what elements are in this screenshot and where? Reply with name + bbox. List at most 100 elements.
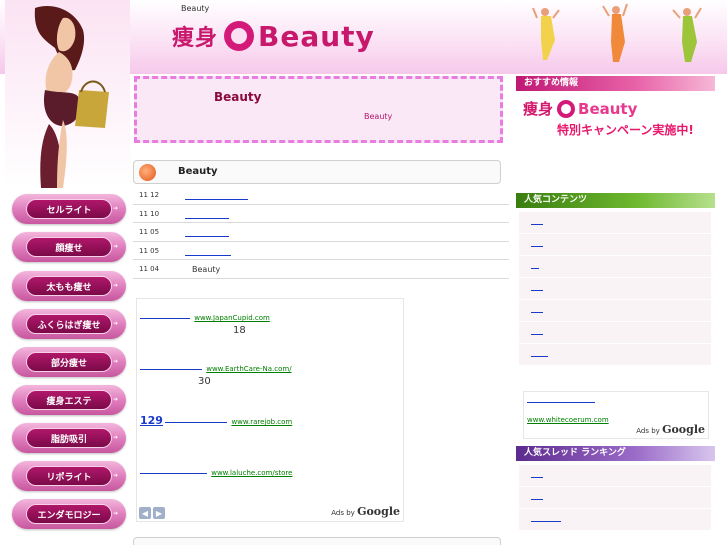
hero-model-illustration <box>5 0 130 188</box>
ads-by-google[interactable]: Ads by Google <box>331 505 400 518</box>
nav-label: 痩身エステ <box>46 396 92 407</box>
ads-by-brand: Google <box>357 505 400 518</box>
arrow-right-icon: ➔ <box>112 396 118 403</box>
ad-item[interactable]: 129 www.rarejob.com <box>140 414 292 427</box>
nav-item-calf[interactable]: ふくらはぎ痩せ ➔ <box>12 309 126 339</box>
promo-logo-text: Beauty <box>578 99 638 118</box>
news-link[interactable] <box>185 236 229 237</box>
nav-label: セルライト <box>46 205 92 216</box>
ad-title-link[interactable] <box>140 472 207 474</box>
site-logo[interactable]: 痩身 Beauty <box>172 17 375 55</box>
logo-mark-icon <box>557 99 576 118</box>
page: Beauty 痩身 Beauty Beauty Beauty Beauty 11… <box>0 0 727 545</box>
list-link[interactable] <box>531 334 543 335</box>
news-row: 11 12 <box>133 186 509 205</box>
ad-title-link[interactable] <box>140 317 190 319</box>
nav-button-face: 脂肪吸引 <box>26 428 112 448</box>
ad-url[interactable]: www.rarejob.com <box>231 418 292 426</box>
news-date: 11 05 <box>139 246 160 255</box>
news-date: 11 05 <box>139 228 160 236</box>
news-link[interactable] <box>185 254 231 256</box>
google-ads-box: www.JapanCupid.com 18 www.EarthCare-Na.c… <box>136 298 404 522</box>
ad-title-link[interactable] <box>527 402 595 403</box>
ads-by-google[interactable]: Ads by Google <box>636 423 705 436</box>
ad-item[interactable]: www.EarthCare-Na.com/ 30 <box>140 365 292 387</box>
list-link[interactable] <box>531 290 543 291</box>
nav-button-face: セルライト <box>26 199 112 219</box>
list-item[interactable] <box>519 487 711 509</box>
ad-item[interactable]: www.JapanCupid.com 18 <box>140 314 270 336</box>
nav-button-face: 部分痩せ <box>26 352 112 372</box>
campaign-text: 特別キャンペーン実施中! <box>557 123 694 137</box>
list-link[interactable] <box>531 477 543 478</box>
list-link[interactable] <box>531 499 543 500</box>
arrow-right-icon: ➔ <box>112 358 118 365</box>
nav-item-liposuction[interactable]: 脂肪吸引 ➔ <box>12 423 126 453</box>
nav-button-face: 顔痩せ <box>26 237 112 257</box>
chevron-right-icon[interactable]: ▶ <box>153 507 165 519</box>
list-link[interactable] <box>531 312 543 313</box>
ad-url[interactable]: www.whitecoerum.com <box>527 416 609 424</box>
nav-item-face[interactable]: 顔痩せ ➔ <box>12 232 126 262</box>
list-link[interactable] <box>531 246 543 247</box>
list-item[interactable] <box>519 212 711 234</box>
sidebar-ad-box[interactable]: www.whitecoerum.com Ads by Google <box>523 391 709 439</box>
list-link[interactable] <box>531 521 561 522</box>
ad-desc: 18 <box>233 325 246 336</box>
ad-title-link[interactable] <box>165 421 228 423</box>
ads-by-brand: Google <box>662 423 705 436</box>
promo-logo-kanji: 痩身 <box>523 100 554 118</box>
nav-label: リポライト <box>46 472 92 483</box>
list-item[interactable] <box>519 509 711 531</box>
ad-url[interactable]: www.laluche.com/store <box>211 469 292 477</box>
nav-item-cellulite[interactable]: セルライト ➔ <box>12 194 126 224</box>
logo-kanji: 痩身 <box>172 25 219 51</box>
nav-item-endermology[interactable]: エンダモロジー ➔ <box>12 499 126 529</box>
arrow-right-icon: ➔ <box>112 205 118 212</box>
nav-item-partial[interactable]: 部分痩せ ➔ <box>12 347 126 377</box>
news-date: 11 04 <box>139 265 160 273</box>
ad-item[interactable]: www.laluche.com/store <box>140 469 292 477</box>
news-row: 11 05 <box>133 242 509 260</box>
ads-pagination: ◀ ▶ <box>139 507 165 519</box>
ad-url[interactable]: www.EarthCare-Na.com/ <box>206 365 291 373</box>
list-item[interactable] <box>519 344 711 366</box>
list-item[interactable] <box>519 300 711 322</box>
nav-item-lipolite[interactable]: リポライト ➔ <box>12 461 126 491</box>
dancers-illustration <box>515 0 727 70</box>
ad-title-link[interactable] <box>140 368 202 370</box>
promo-logo: 痩身 Beauty <box>523 98 637 119</box>
nav-button-face: 太もも痩せ <box>26 276 112 296</box>
recommend-header: おすすめ情報 <box>516 76 715 91</box>
ads-by-prefix: Ads by <box>331 509 355 517</box>
thread-ranking-list <box>519 465 711 531</box>
list-item[interactable] <box>519 465 711 487</box>
list-link[interactable] <box>531 356 548 357</box>
news-row: 11 10 <box>133 205 509 223</box>
thread-ranking-header: 人気スレッド ランキング <box>516 446 715 461</box>
ad-title-link[interactable]: 129 <box>140 414 163 427</box>
nav-item-thigh[interactable]: 太もも痩せ ➔ <box>12 271 126 301</box>
news-title: Beauty <box>178 166 218 177</box>
chevron-left-icon[interactable]: ◀ <box>139 507 151 519</box>
nav-button-face: ふくらはぎ痩せ <box>26 314 112 334</box>
arrow-right-icon: ➔ <box>112 320 118 327</box>
list-link[interactable] <box>531 268 539 269</box>
news-link[interactable] <box>185 199 248 200</box>
news-link[interactable] <box>185 217 229 219</box>
notice-box: Beauty Beauty <box>134 76 503 143</box>
list-link[interactable] <box>531 224 543 225</box>
list-item[interactable] <box>519 278 711 300</box>
nav-item-esthe[interactable]: 痩身エステ ➔ <box>12 385 126 415</box>
arrow-right-icon: ➔ <box>112 282 118 289</box>
ad-url[interactable]: www.JapanCupid.com <box>194 314 270 322</box>
list-item[interactable] <box>519 256 711 278</box>
notice-subtitle: Beauty <box>364 112 393 121</box>
news-row: 11 05 <box>133 223 509 242</box>
nav-button-face: エンダモロジー <box>26 504 112 524</box>
list-item[interactable] <box>519 322 711 344</box>
news-date: 11 12 <box>139 191 160 199</box>
news-list: 11 12 11 10 11 05 11 05 11 04 Beauty <box>133 186 509 279</box>
campaign-banner[interactable]: 痩身 Beauty 特別キャンペーン実施中! <box>516 93 715 143</box>
list-item[interactable] <box>519 234 711 256</box>
